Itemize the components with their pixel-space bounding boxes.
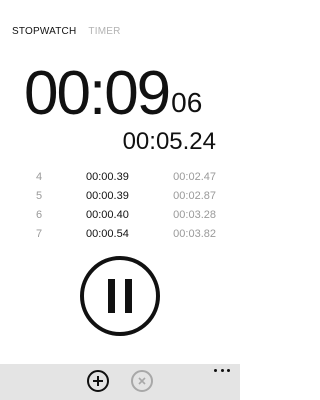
lap-split-time: 00:00.40 [86,209,129,221]
ellipsis-icon [214,368,217,372]
list-item: 5 00:00.39 00:02.87 [36,187,220,206]
pivot-tabs: STOPWATCH TIMER [12,25,121,39]
more-options-button[interactable] [214,366,230,374]
pause-icon [125,279,132,313]
app-bar [0,364,240,400]
tab-stopwatch[interactable]: STOPWATCH [12,25,76,39]
lap-total-time: 00:03.28 [173,209,216,221]
ellipsis-icon [227,368,230,372]
add-lap-button[interactable] [87,370,109,392]
current-lap-time: 00:05.24 [122,128,216,155]
stopwatch-screen: STOPWATCH TIMER 00:09 06 00:05.24 4 00:0… [0,0,240,400]
lap-number: 6 [36,209,43,221]
elapsed-time-display: 00:09 06 [24,55,202,125]
clear-button [131,370,153,392]
list-item: 7 00:00.54 00:03.82 [36,225,220,244]
lap-split-time: 00:00.39 [86,171,129,183]
lap-total-time: 00:02.47 [173,171,216,183]
pause-button[interactable] [80,256,160,336]
lap-number: 7 [36,228,43,240]
pause-icon [108,279,115,313]
tab-timer[interactable]: TIMER [88,25,120,39]
lap-number: 5 [36,190,43,202]
list-item: 6 00:00.40 00:03.28 [36,206,220,225]
elapsed-time-major: 00:09 [24,59,171,128]
lap-split-time: 00:00.39 [86,190,129,202]
lap-total-time: 00:02.87 [173,190,216,202]
close-icon [138,377,146,385]
elapsed-time-hundredths: 06 [171,87,203,118]
ellipsis-icon [220,368,224,372]
lap-split-time: 00:00.54 [86,228,129,240]
lap-total-time: 00:03.82 [173,228,216,240]
lap-list: 4 00:00.39 00:02.47 5 00:00.39 00:02.87 … [36,168,220,244]
plus-icon [93,376,103,386]
lap-number: 4 [36,171,43,183]
list-item: 4 00:00.39 00:02.47 [36,168,220,187]
